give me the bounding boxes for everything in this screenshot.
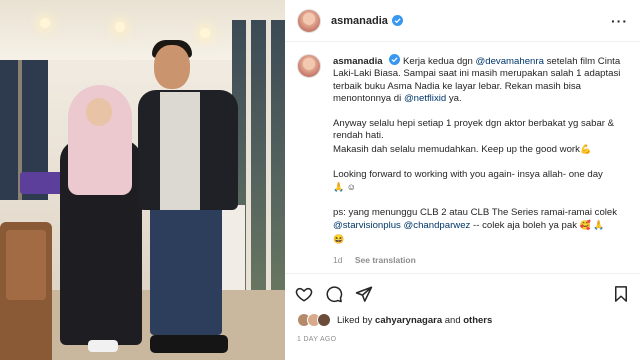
woman-face — [86, 98, 112, 126]
header-username[interactable]: asmanadia — [331, 15, 388, 27]
verified-badge-icon — [391, 15, 403, 26]
liked-by-and: and — [442, 314, 464, 326]
photo-chair — [0, 222, 52, 360]
liked-by-text: Liked by cahyarynagara and others — [337, 315, 492, 326]
liker-avatar[interactable] — [317, 313, 331, 327]
woman-shoes — [88, 340, 118, 352]
post-panel: asmanadia ··· asmanadia Kerja kedua dgn … — [285, 0, 640, 360]
mention-link[interactable]: @devamahenra — [476, 56, 544, 67]
liked-by-prefix: Liked by — [337, 314, 376, 326]
caption-row: asmanadia Kerja kedua dgn @devamahenra s… — [297, 54, 628, 266]
avatar[interactable] — [297, 54, 321, 78]
post-header: asmanadia ··· — [285, 0, 640, 42]
post-photo[interactable] — [0, 0, 285, 360]
caption-text: Kerja kedua dgn — [402, 56, 476, 67]
pray-emoji: 🙏 ☺ — [333, 182, 356, 193]
bookmark-icon[interactable] — [612, 285, 630, 303]
post-caption: asmanadia Kerja kedua dgn @devamahenra s… — [333, 54, 628, 266]
man-shirt — [160, 92, 200, 210]
post-date[interactable]: 1 DAY AGO — [297, 336, 336, 343]
laugh-emoji: 😆 — [333, 233, 345, 244]
mention-link[interactable]: @netflixid — [404, 93, 446, 104]
mention-link[interactable]: @starvisionplus — [333, 220, 401, 231]
see-translation-link[interactable]: See translation — [355, 255, 416, 265]
smile-emoji: 🥰 🙏 — [579, 220, 605, 231]
comment-icon[interactable] — [325, 285, 343, 303]
ceiling-light — [200, 28, 210, 38]
heart-icon[interactable] — [295, 285, 313, 303]
more-options-icon[interactable]: ··· — [611, 13, 628, 29]
liked-by-user[interactable]: cahyarynagara — [375, 315, 442, 326]
man-shoes — [150, 335, 228, 353]
likes-row: Liked by cahyarynagara and others — [297, 313, 492, 327]
caption-meta: 1d See translation — [333, 254, 628, 266]
liked-by-others[interactable]: others — [463, 315, 492, 326]
caption-text: ya. — [446, 93, 462, 105]
caption-text: -- colek aja boleh ya pak — [470, 220, 580, 232]
flexed-biceps-emoji: 💪 — [579, 143, 592, 154]
action-bar — [285, 273, 640, 313]
timestamp: 1d — [333, 255, 343, 266]
caption-username[interactable]: asmanadia — [333, 56, 383, 67]
avatar[interactable] — [297, 8, 321, 33]
caption-text: Anyway selalu hepi setiap 1 proyek dgn a… — [333, 118, 615, 142]
man-jeans — [150, 205, 222, 335]
verified-badge-icon — [389, 54, 401, 65]
share-icon[interactable] — [355, 285, 373, 303]
caption-text: Makasih dah selalu memudahkan. Keep up t… — [333, 143, 580, 155]
mention-link[interactable]: @chandparwez — [404, 220, 471, 231]
ceiling-light — [115, 22, 125, 32]
caption-text: ps: yang menunggu CLB 2 atau CLB The Ser… — [333, 206, 618, 218]
comments-area: asmanadia Kerja kedua dgn @devamahenra s… — [285, 42, 640, 272]
man-face — [154, 45, 190, 89]
ceiling-light — [40, 18, 50, 28]
caption-text: Looking forward to working with you agai… — [333, 168, 603, 180]
